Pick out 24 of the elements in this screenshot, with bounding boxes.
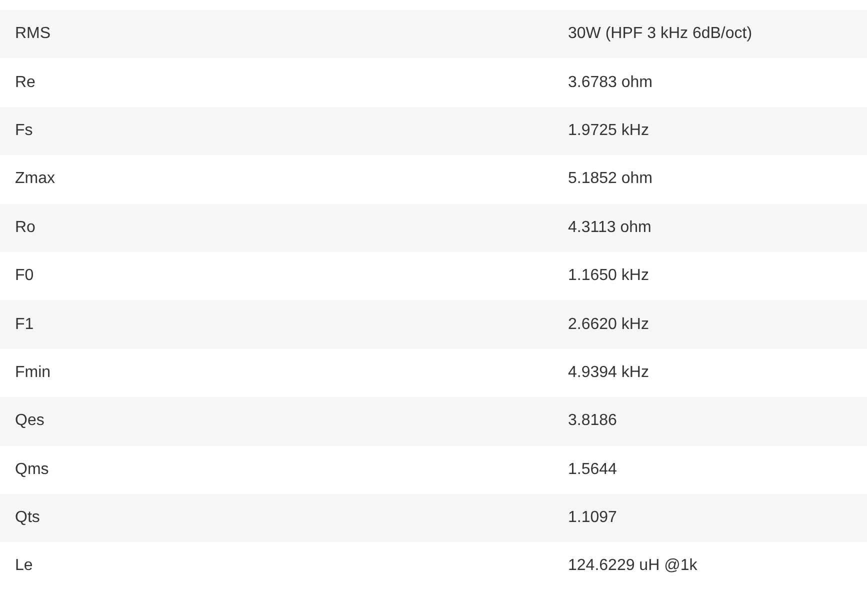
parameter-cell: RMS — [0, 10, 553, 58]
parameter-cell: F0 — [0, 252, 553, 300]
value-cell: 3.6783 ohm — [553, 58, 867, 107]
value-cell: 3.8186 — [553, 397, 867, 446]
parameter-cell: Qts — [0, 494, 553, 542]
parameter-cell-text: Le — [14, 556, 34, 576]
value-cell: 1.5644 — [553, 446, 867, 494]
parameter-cell: F1 — [0, 300, 553, 349]
parameter-cell: Re — [0, 58, 553, 107]
value-cell: 4.3113 ohm — [553, 204, 867, 252]
value-cell: 1.1097 — [553, 494, 867, 542]
value-cell: 1.9725 kHz — [553, 106, 867, 156]
parameter-cell: Fs — [0, 106, 553, 156]
value-cell: 1.1650 kHz — [553, 252, 867, 300]
value-cell: 30W (HPF 3 kHz 6dB/oct) — [553, 10, 867, 58]
parameter-cell: Ro — [0, 204, 553, 252]
parameter-cell: Zmax — [0, 155, 553, 204]
parameter-cell: Qms — [0, 446, 553, 494]
value-cell-text: 124.6229 uH @1k — [567, 556, 698, 576]
value-cell: 2.6620 kHz — [553, 300, 867, 349]
parameter-cell: Fmin — [0, 348, 553, 398]
value-cell: 4.9394 kHz — [553, 348, 867, 398]
parameter-cell: Qes — [0, 397, 553, 446]
value-cell: 5.1852 ohm — [553, 155, 867, 204]
